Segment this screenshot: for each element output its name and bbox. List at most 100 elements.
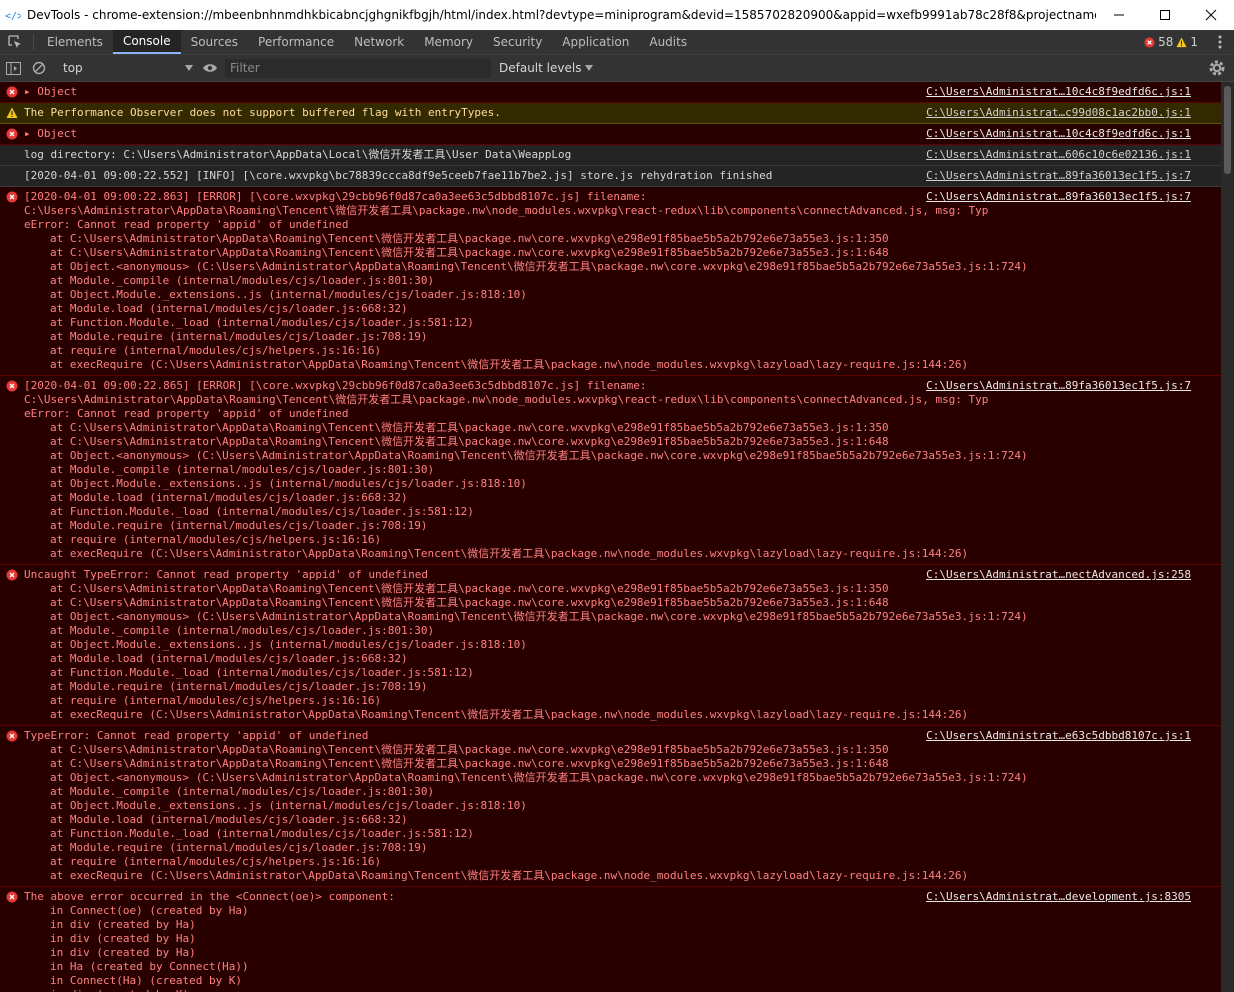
console-toolbar: top Default levels (0, 55, 1234, 82)
tab-memory[interactable]: Memory (414, 30, 483, 54)
stack-frame: at require (internal/modules/cjs/helpers… (50, 344, 382, 357)
console-message-error[interactable]: Uncaught TypeError: Cannot read property… (0, 565, 1221, 726)
stack-frame: at Function.Module._load (internal/modul… (50, 827, 474, 840)
stack-frame: at Object.Module._extensions..js (intern… (50, 477, 527, 490)
stack-frame: in Connect(oe) (created by Ha) (50, 904, 249, 917)
stack-frame: at Module.load (internal/modules/cjs/loa… (50, 302, 408, 315)
stack-frame: at Module.load (internal/modules/cjs/loa… (50, 491, 408, 504)
stack-frame: at Module.load (internal/modules/cjs/loa… (50, 652, 408, 665)
tab-application[interactable]: Application (552, 30, 639, 54)
stack-frame: at Module.require (internal/modules/cjs/… (50, 330, 428, 343)
message-text: Uncaught TypeError: Cannot read property… (24, 568, 428, 581)
devtools-tab-bar: Elements Console Sources Performance Net… (0, 30, 1234, 55)
message-source-link[interactable]: C:\Users\Administrat…10c4c8f9edfd6c.js:1 (926, 85, 1191, 99)
console-messages: ▸ Object C:\Users\Administrat…10c4c8f9edf… (0, 82, 1234, 992)
tab-audits[interactable]: Audits (639, 30, 697, 54)
tab-separator (33, 34, 34, 50)
message-source-link[interactable]: C:\Users\Administrat…c99d08c1ac2bb0.js:1 (926, 106, 1191, 120)
stack-frame: in div (created by Ha) (50, 918, 196, 931)
stack-trace: at C:\Users\Administrator\AppData\Roamin… (24, 743, 1028, 883)
context-value: top (63, 61, 83, 75)
error-count-icon (1144, 36, 1155, 48)
devtools-icon: </> (5, 11, 21, 21)
stack-frame: at Object.Module._extensions..js (intern… (50, 288, 527, 301)
stack-frame: at execRequire (C:\Users\Administrator\A… (50, 708, 969, 721)
stack-frame: in div (created by Ha) (50, 946, 196, 959)
stack-frame: at C:\Users\Administrator\AppData\Roamin… (50, 435, 889, 448)
more-options-button[interactable] (1206, 30, 1234, 54)
issue-counters[interactable]: 58 1 (1144, 30, 1198, 54)
message-source-link[interactable]: C:\Users\Administrat…development.js:8305 (926, 890, 1191, 904)
console-message-error[interactable]: ▸ Object C:\Users\Administrat…10c4c8f9edf… (0, 124, 1221, 145)
warning-count: 1 (1190, 35, 1198, 49)
stack-frame: at C:\Users\Administrator\AppData\Roamin… (50, 757, 889, 770)
stack-frame: in div (created by K) (24, 988, 991, 992)
error-count: 58 (1158, 35, 1174, 49)
show-sidebar-button[interactable] (0, 55, 26, 81)
stack-frame: at Module._compile (internal/modules/cjs… (50, 785, 435, 798)
tab-spacer (697, 30, 1144, 54)
console-message-error[interactable]: [2020-04-01 09:00:22.863] [ERROR] [\core… (0, 187, 1221, 376)
close-button[interactable] (1188, 0, 1234, 30)
tab-console[interactable]: Console (112, 30, 181, 54)
stack-frame: in Ha (created by Connect(Ha)) (50, 960, 249, 973)
stack-frame: at Module._compile (internal/modules/cjs… (50, 274, 435, 287)
console-message-log[interactable]: [2020-04-01 09:00:22.552] [INFO] [\core.… (0, 166, 1221, 187)
inspect-element-button[interactable] (0, 30, 30, 54)
message-text: The Performance Observer does not suppor… (24, 106, 501, 119)
maximize-button[interactable] (1142, 0, 1188, 30)
stack-frame: at C:\Users\Administrator\AppData\Roamin… (50, 582, 889, 595)
eye-icon (203, 64, 217, 72)
console-message-error[interactable]: The above error occurred in the <Connect… (0, 887, 1221, 992)
stack-trace: at C:\Users\Administrator\AppData\Roamin… (24, 582, 1028, 722)
console-message-warning[interactable]: The Performance Observer does not suppor… (0, 103, 1221, 124)
message-text: ▸ Object (24, 85, 77, 98)
error-icon (6, 891, 18, 903)
console-message-error[interactable]: TypeError: Cannot read property 'appid' … (0, 726, 1221, 887)
tab-performance[interactable]: Performance (248, 30, 344, 54)
console-settings-icon[interactable] (1208, 59, 1226, 77)
message-source-link[interactable]: C:\Users\Administrat…606c10c6e02136.js:1 (926, 148, 1191, 162)
stack-frame: at Module.load (internal/modules/cjs/loa… (50, 813, 408, 826)
stack-frame: at Function.Module._load (internal/modul… (50, 316, 474, 329)
stack-frame: at C:\Users\Administrator\AppData\Roamin… (50, 232, 889, 245)
context-selector[interactable]: top (59, 58, 197, 78)
stack-frame: at Object.<anonymous> (C:\Users\Administ… (50, 260, 1028, 273)
console-message-error[interactable]: ▸ Object C:\Users\Administrat…10c4c8f9edf… (0, 82, 1221, 103)
stack-frame: at Module.require (internal/modules/cjs/… (50, 519, 428, 532)
message-source-link[interactable]: C:\Users\Administrat…nectAdvanced.js:258 (926, 568, 1191, 582)
tab-sources[interactable]: Sources (181, 30, 248, 54)
console-message-log[interactable]: log directory: C:\Users\Administrator\Ap… (0, 145, 1221, 166)
message-source-link[interactable]: C:\Users\Administrat…10c4c8f9edfd6c.js:1 (926, 127, 1191, 141)
stack-frame: at Object.<anonymous> (C:\Users\Administ… (50, 449, 1028, 462)
warning-icon (6, 107, 18, 118)
message-text: log directory: C:\Users\Administrator\Ap… (24, 148, 572, 161)
tab-network[interactable]: Network (344, 30, 414, 54)
sidebar-toggle-icon (5, 61, 21, 75)
tab-elements[interactable]: Elements (37, 30, 113, 54)
console-scrollbar[interactable] (1221, 82, 1234, 992)
minimize-button[interactable] (1096, 0, 1142, 30)
tab-security[interactable]: Security (483, 30, 552, 54)
message-source-link[interactable]: C:\Users\Administrat…e63c5dbbd8107c.js:1 (926, 729, 1191, 743)
error-icon (6, 569, 18, 581)
stack-trace: at C:\Users\Administrator\AppData\Roamin… (24, 421, 1028, 561)
maximize-icon (1160, 10, 1170, 20)
message-source-link[interactable]: C:\Users\Administrat…89fa36013ec1f5.js:7 (926, 169, 1191, 183)
stack-frame: at Object.<anonymous> (C:\Users\Administ… (50, 771, 1028, 784)
minimize-icon (1114, 14, 1124, 16)
message-source-link[interactable]: C:\Users\Administrat…89fa36013ec1f5.js:7 (926, 190, 1191, 204)
console-message-error[interactable]: [2020-04-01 09:00:22.865] [ERROR] [\core… (0, 376, 1221, 565)
live-expression-button[interactable] (197, 55, 223, 81)
stack-frame: in div (created by Ha) (50, 932, 196, 945)
message-source-link[interactable]: C:\Users\Administrat…89fa36013ec1f5.js:7 (926, 379, 1191, 393)
clear-console-icon (32, 61, 46, 75)
scrollbar-thumb[interactable] (1224, 86, 1231, 174)
error-icon (6, 128, 18, 140)
clear-console-button[interactable] (26, 55, 52, 81)
filter-input[interactable] (225, 58, 491, 78)
log-levels-dropdown[interactable]: Default levels (499, 61, 594, 75)
stack-frame: at execRequire (C:\Users\Administrator\A… (50, 869, 969, 882)
stack-frame: at execRequire (C:\Users\Administrator\A… (50, 547, 969, 560)
log-levels-label: Default levels (499, 61, 582, 75)
